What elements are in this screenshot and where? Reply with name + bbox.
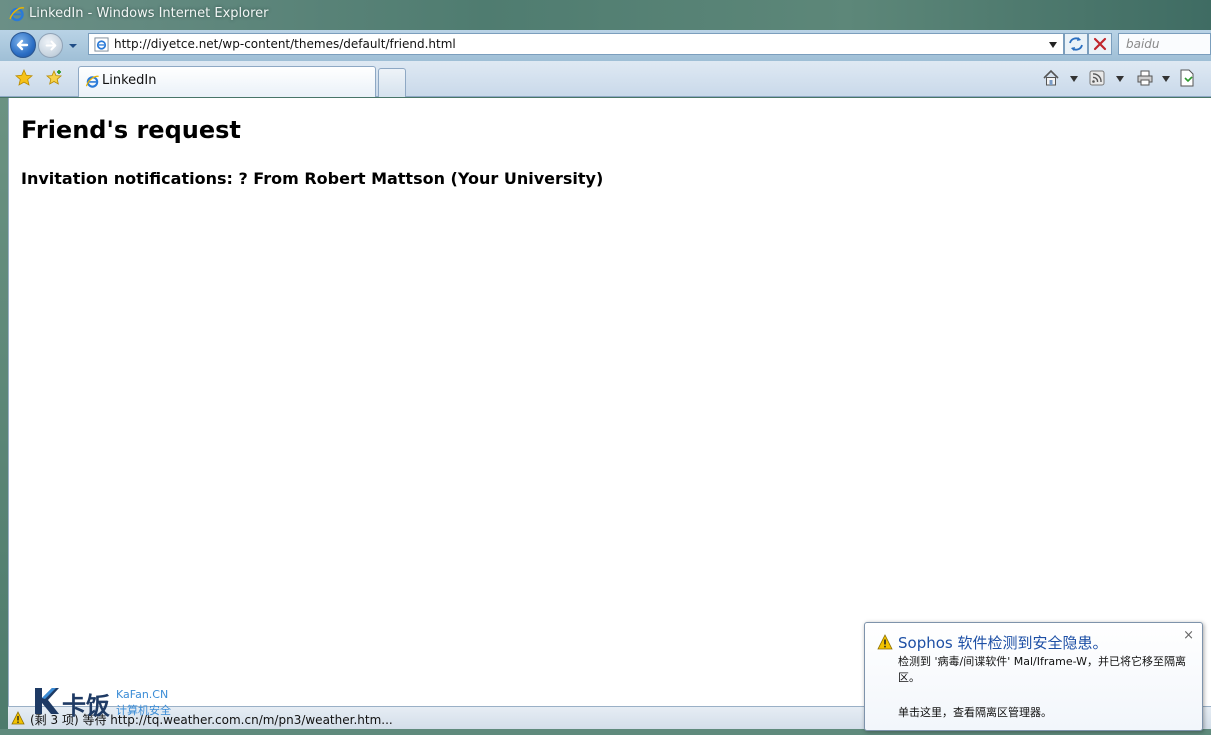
chevron-down-icon[interactable] [1049,42,1057,48]
print-dropdown-icon[interactable] [1162,76,1170,82]
sophos-alert-popup[interactable]: Sophos 软件检测到安全隐患。 检测到 '病毒/间谍软件' Mal/Ifra… [864,622,1203,731]
forward-button[interactable] [38,33,63,58]
window-frame-left [0,98,8,729]
watermark-logo-en: KaFan.CN [116,688,169,701]
tab-label: LinkedIn [102,73,157,88]
kafan-watermark: 卡饭 KaFan.CN 计算机安全 [32,686,182,722]
watermark-subtitle: 计算机安全 [116,704,171,717]
arrow-left-icon [16,39,29,51]
page-heading: Friend's request [21,116,241,144]
page-ie-icon [94,37,109,52]
add-favorites-icon[interactable] [45,69,63,87]
popup-message: 检测到 '病毒/间谍软件' Mal/Iframe-W，并已将它移至隔离区。 [898,655,1187,684]
window-titlebar: LinkedIn - Windows Internet Explorer [0,0,1211,30]
print-icon[interactable] [1136,69,1154,87]
refresh-button[interactable] [1064,33,1088,55]
page-icon[interactable] [1178,69,1196,87]
page-subheading: Invitation notifications: ? From Robert … [21,169,604,188]
stop-button[interactable] [1088,33,1112,55]
favorites-star-icon[interactable] [15,69,33,87]
ie-icon [9,7,25,22]
warning-icon [11,711,25,725]
close-icon [1093,37,1107,51]
arrow-right-icon [45,40,57,51]
recent-pages-dropdown-icon[interactable] [68,41,78,51]
page-content: Friend's request Invitation notification… [8,98,1211,706]
back-button[interactable] [10,32,36,58]
kafan-logo-icon [35,688,59,714]
ie-icon [85,75,99,88]
window-title: LinkedIn - Windows Internet Explorer [29,6,269,21]
home-dropdown-icon[interactable] [1070,76,1078,82]
warning-icon [877,634,893,650]
quarantine-manager-link[interactable]: 单击这里，查看隔离区管理器。 [898,704,1052,720]
feeds-dropdown-icon[interactable] [1116,76,1124,82]
popup-title: Sophos 软件检测到安全隐患。 [898,634,1108,652]
popup-close-button[interactable]: × [1183,628,1194,643]
watermark-logo-cn: 卡饭 [62,692,110,720]
tab-linkedin[interactable]: LinkedIn [78,66,376,97]
refresh-icon [1069,37,1083,51]
new-tab-button[interactable] [378,68,406,97]
address-input[interactable]: http://diyetce.net/wp-content/themes/def… [114,37,456,51]
home-icon[interactable] [1042,69,1060,87]
address-bar[interactable]: http://diyetce.net/wp-content/themes/def… [88,33,1064,55]
search-input[interactable]: baidu [1126,37,1160,51]
feeds-icon[interactable] [1088,69,1106,87]
search-box[interactable]: baidu [1118,33,1211,55]
